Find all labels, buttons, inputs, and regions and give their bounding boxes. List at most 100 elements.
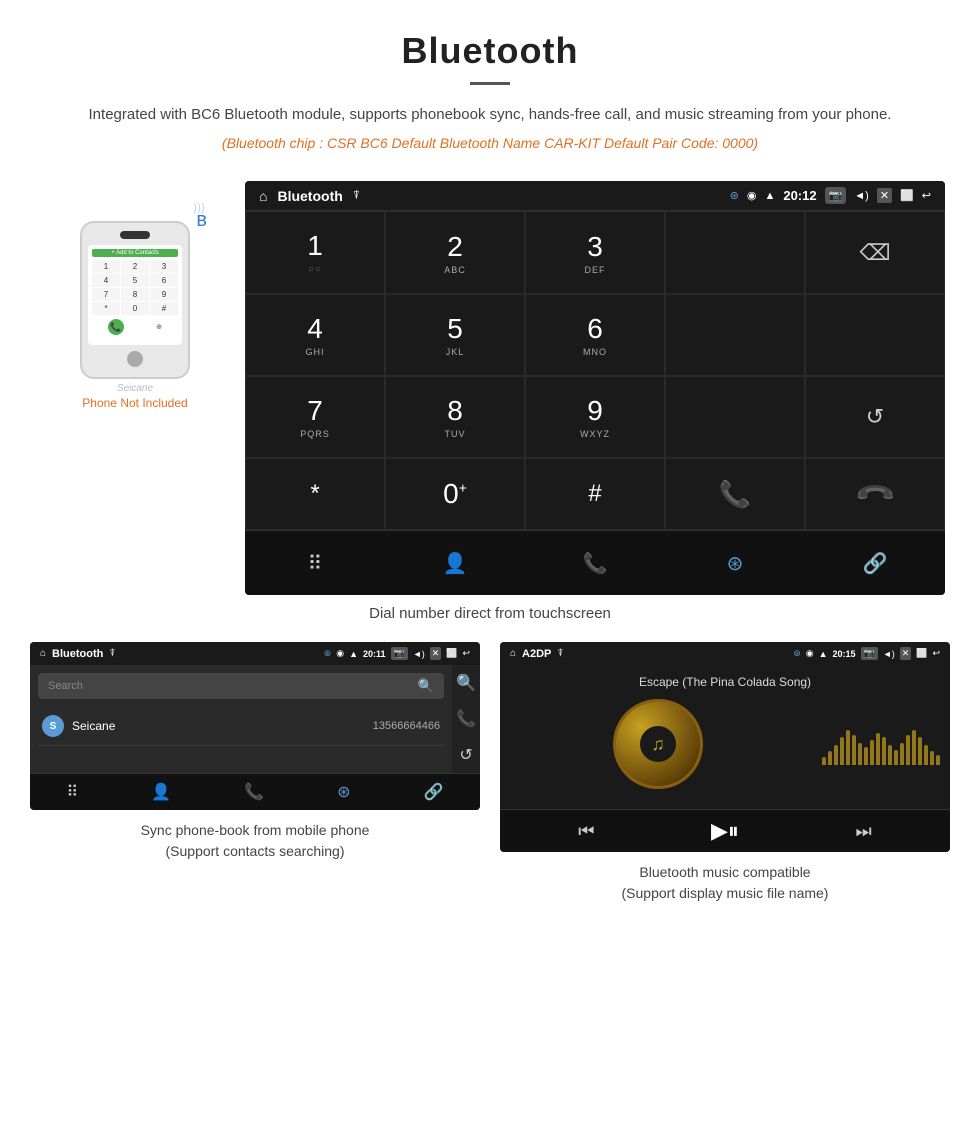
visualizer-bar [936,755,940,765]
pb-link-icon[interactable]: 🔗 [424,782,444,802]
visualizer-bar [930,751,934,765]
visualizer-bar [894,750,898,765]
phone-speaker [120,231,150,239]
dial-key-star[interactable]: * [245,458,385,530]
bottom-link-icon[interactable]: 🔗 [855,543,895,583]
dial-empty-4 [665,376,805,458]
dial-key-2[interactable]: 2ABC [385,211,525,294]
contact-number: 13566664466 [373,720,440,732]
contact-initial: S [50,721,57,732]
pb-search-icon[interactable]: 🔍 [456,673,476,693]
phone-screen: + Add to Contacts 1 2 3 4 5 6 7 8 9 * 0 … [88,245,182,345]
visualizer-bar [834,745,838,765]
camera-icon: 📷 [825,187,847,204]
dial-key-6[interactable]: 6MNO [525,294,665,376]
phone-key-1: 1 [92,260,120,273]
pb-phone-icon[interactable]: 📞 [244,782,264,802]
orange-info: (Bluetooth chip : CSR BC6 Default Blueto… [20,135,960,151]
contact-name: Seicane [72,719,365,733]
visualizer-bar [876,733,880,765]
bluetooth-float-icon: ʙ [196,209,207,232]
music-next-icon[interactable]: ⏭ [855,821,871,842]
pb-call-icon[interactable]: 📞 [456,709,476,729]
dial-end-button[interactable]: 📞 [805,458,945,530]
music-home-icon: ⌂ [510,648,516,659]
phone-key-8: 8 [121,288,149,301]
bottom-apps-icon[interactable]: ⠿ [295,543,335,583]
phone-keypad: 1 2 3 4 5 6 7 8 9 * 0 # [92,260,178,315]
visualizer-bar [870,740,874,765]
pb-apps-icon[interactable]: ⠿ [67,782,79,802]
phone-key-3: 3 [150,260,178,273]
phone-key-0: 0 [121,302,149,315]
dial-empty-2 [665,294,805,376]
dial-app-name: Bluetooth [277,188,342,204]
dial-key-4[interactable]: 4GHI [245,294,385,376]
dial-section: ))) ʙ + Add to Contacts 1 2 3 4 5 6 7 8 … [0,181,980,595]
dial-key-7[interactable]: 7PQRS [245,376,385,458]
music-statusbar-left: ⌂ A2DP ⍒ [510,648,563,660]
album-outer: ♫ [613,699,703,789]
album-art: ♫ [613,699,703,789]
music-note-icon: ♫ [651,734,665,755]
visualizer-bar [882,737,886,765]
search-bar[interactable]: Search 🔍 [38,673,444,699]
contact-row: S Seicane 13566664466 [38,707,444,746]
visualizer-bar [888,745,892,765]
pb-statusbar: ⌂ Bluetooth ⍒ ⊛ ◉ ▲ 20:11 📷 ◄) ✕ ⬜ ↩ [30,642,480,665]
music-play-pause-icon[interactable]: ▶⏸ [711,818,739,844]
bottom-contacts-icon[interactable]: 👤 [435,543,475,583]
music-prev-icon[interactable]: ⏮ [578,821,594,842]
bottom-bluetooth-icon[interactable]: ⊛ [715,543,755,583]
dial-backspace[interactable]: ⌫ [805,211,945,294]
volume-icon: ◄) [854,190,869,202]
page-header: Bluetooth Integrated with BC6 Bluetooth … [0,0,980,181]
dial-key-9[interactable]: 9WXYZ [525,376,665,458]
dial-key-hash[interactable]: # [525,458,665,530]
visualizer-bar [912,730,916,765]
bottom-phone-icon[interactable]: 📞 [575,543,615,583]
pb-statusbar-right: ⊛ ◉ ▲ 20:11 📷 ◄) ✕ ⬜ ↩ [324,647,470,660]
visualizer-bar [858,743,862,765]
music-back-icon: ↩ [932,648,940,659]
pb-time: 20:11 [363,649,386,659]
android-dial-screen: ⌂ Bluetooth ⍒ ⊛ ◉ ▲ 20:12 📷 ◄) ✕ ⬜ ↩ 1○○ [245,181,945,595]
dial-key-1[interactable]: 1○○ [245,211,385,294]
dial-statusbar: ⌂ Bluetooth ⍒ ⊛ ◉ ▲ 20:12 📷 ◄) ✕ ⬜ ↩ [245,181,945,210]
music-loc-icon: ◉ [806,648,814,659]
pb-bt-nav-icon[interactable]: ⊛ [337,782,350,802]
phonebook-area: Search 🔍 S Seicane 13566664466 🔍 📞 ↺ [30,665,480,773]
back-icon: ↩ [922,189,931,202]
bluetooth-status-icon: ⊛ [730,189,739,202]
phone-key-7: 7 [92,288,120,301]
phone-add-contact: + Add to Contacts [92,249,178,257]
dial-caption: Dial number direct from touchscreen [0,605,980,622]
dial-key-3[interactable]: 3DEF [525,211,665,294]
phonebook-right-icons: 🔍 📞 ↺ [452,665,480,773]
window-icon: ⬜ [900,189,914,202]
header-divider [470,82,510,85]
search-icon: 🔍 [418,678,434,694]
dial-key-0[interactable]: 0+ [385,458,525,530]
music-statusbar: ⌂ A2DP ⍒ ⊛ ◉ ▲ 20:15 📷 ◄) ✕ ⬜ ↩ [500,642,950,665]
usb-icon: ⍒ [353,188,360,203]
music-close-icon: ✕ [900,647,912,660]
dial-call-button[interactable]: 📞 [665,458,805,530]
statusbar-right: ⊛ ◉ ▲ 20:12 📷 ◄) ✕ ⬜ ↩ [730,187,931,204]
pb-contacts-icon[interactable]: 👤 [151,782,171,802]
dial-bottom-bar: ⠿ 👤 📞 ⊛ 🔗 [245,530,945,595]
pb-camera-icon: 📷 [391,647,408,660]
location-icon: ◉ [747,189,757,202]
visualizer-bar [906,735,910,765]
dial-key-5[interactable]: 5JKL [385,294,525,376]
music-app-name: A2DP [522,648,551,660]
album-inner: ♫ [640,726,676,762]
dial-key-8[interactable]: 8TUV [385,376,525,458]
phone-key-2: 2 [121,260,149,273]
visualizer-bar [840,737,844,765]
pb-loc-icon: ◉ [336,648,344,659]
music-block: ⌂ A2DP ⍒ ⊛ ◉ ▲ 20:15 📷 ◄) ✕ ⬜ ↩ Escape [500,642,950,904]
pb-sync-icon[interactable]: ↺ [459,745,472,765]
dialpad-grid: 1○○ 2ABC 3DEF ⌫ 4GHI 5JKL 6MNO [245,210,945,530]
dial-refresh[interactable]: ↺ [805,376,945,458]
